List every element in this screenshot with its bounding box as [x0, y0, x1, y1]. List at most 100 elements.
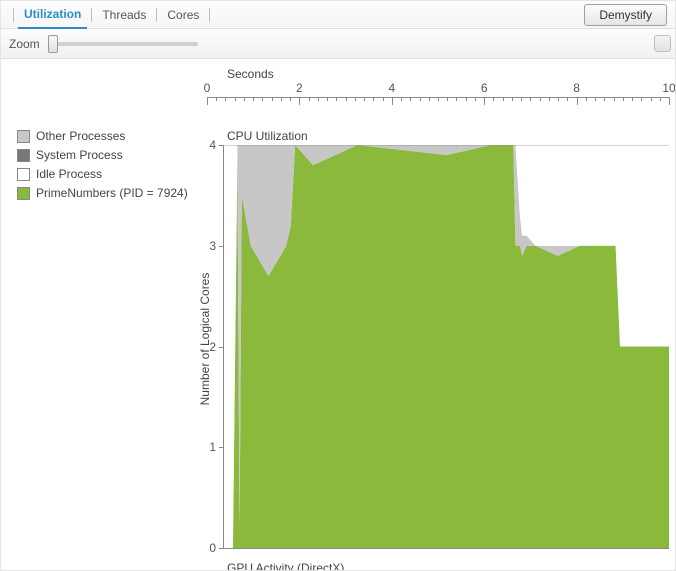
- xtick: [623, 97, 624, 101]
- legend-label: Idle Process: [36, 167, 102, 181]
- tab-separator: [156, 8, 157, 22]
- legend: Other Processes System Process Idle Proces…: [1, 59, 191, 571]
- xtick: [373, 97, 374, 101]
- ytick-label: 1: [209, 440, 216, 454]
- xtick: [392, 97, 393, 105]
- legend-item-other: Other Processes: [17, 127, 191, 145]
- xtick: [549, 97, 550, 101]
- legend-swatch: [17, 187, 30, 200]
- xtick-label: 8: [573, 81, 580, 95]
- gpu-chart: GPU Activity (DirectX) 3: [207, 561, 669, 571]
- zoom-row: Zoom: [1, 29, 675, 59]
- xtick: [558, 97, 559, 101]
- ytick-label: 2: [209, 340, 216, 354]
- tab-cores[interactable]: Cores: [161, 1, 205, 29]
- scroll-up-button[interactable]: [654, 35, 671, 52]
- cpu-plot-area: 01234: [223, 145, 669, 549]
- xtick: [503, 97, 504, 101]
- cpu-chart: CPU Utilization Number of Logical Cores …: [207, 129, 669, 549]
- xtick: [244, 97, 245, 101]
- xtick: [410, 97, 411, 101]
- xtick: [253, 97, 254, 101]
- xtick-label: 10: [662, 81, 675, 95]
- xtick-label: 2: [296, 81, 303, 95]
- xtick: [466, 97, 467, 101]
- xtick: [216, 97, 217, 101]
- xtick-label: 0: [204, 81, 211, 95]
- demystify-button[interactable]: Demystify: [584, 4, 667, 26]
- xtick: [383, 97, 384, 101]
- zoom-thumb[interactable]: [48, 35, 58, 53]
- xtick: [355, 97, 356, 101]
- xtick: [614, 97, 615, 101]
- legend-item-prime: PrimeNumbers (PID = 7924): [17, 184, 191, 202]
- xtick: [651, 97, 652, 101]
- xtick: [281, 97, 282, 101]
- ytick-label: 3: [209, 239, 216, 253]
- xtick: [207, 97, 208, 105]
- xtick: [336, 97, 337, 101]
- xtick: [512, 97, 513, 101]
- xtick: [272, 97, 273, 101]
- body: Other Processes System Process Idle Proces…: [1, 59, 675, 571]
- xaxis: 0246810: [207, 83, 669, 111]
- xtick: [346, 97, 347, 101]
- xtick: [567, 97, 568, 101]
- xtick: [447, 97, 448, 101]
- xtick: [456, 97, 457, 101]
- ytick: [219, 548, 224, 549]
- legend-label: PrimeNumbers (PID = 7924): [36, 186, 188, 200]
- app-window: Utilization Threads Cores Demystify Zoom O…: [0, 0, 676, 571]
- xtick-label: 4: [388, 81, 395, 95]
- xtick: [364, 97, 365, 101]
- legend-swatch: [17, 149, 30, 162]
- xaxis-title: Seconds: [227, 67, 274, 81]
- xtick: [420, 97, 421, 101]
- tab-separator: [91, 8, 92, 22]
- xtick: [327, 97, 328, 101]
- xtick: [641, 97, 642, 101]
- xtick: [577, 97, 578, 105]
- xtick: [660, 97, 661, 101]
- xtick: [318, 97, 319, 101]
- xtick: [493, 97, 494, 101]
- xtick: [401, 97, 402, 101]
- xtick: [290, 97, 291, 101]
- xtick: [262, 97, 263, 101]
- xtick: [632, 97, 633, 101]
- tab-row: Utilization Threads Cores Demystify: [1, 1, 675, 29]
- xtick: [235, 97, 236, 101]
- xtick: [669, 97, 670, 105]
- zoom-slider[interactable]: [48, 42, 198, 46]
- xtick: [540, 97, 541, 101]
- tab-separator: [209, 8, 210, 22]
- xtick: [586, 97, 587, 101]
- legend-label: System Process: [36, 148, 123, 162]
- legend-swatch: [17, 168, 30, 181]
- zoom-label: Zoom: [9, 37, 40, 51]
- tab-separator: [13, 8, 14, 22]
- xtick: [484, 97, 485, 105]
- legend-item-idle: Idle Process: [17, 165, 191, 183]
- xtick: [595, 97, 596, 101]
- ytick-label: 0: [209, 541, 216, 555]
- xtick: [604, 97, 605, 101]
- tab-threads[interactable]: Threads: [96, 1, 152, 29]
- legend-label: Other Processes: [36, 129, 125, 143]
- gpu-chart-title: GPU Activity (DirectX): [227, 561, 344, 571]
- xtick: [309, 97, 310, 101]
- legend-swatch: [17, 130, 30, 143]
- xtick: [530, 97, 531, 101]
- cpu-chart-title: CPU Utilization: [227, 129, 308, 143]
- tab-utilization[interactable]: Utilization: [18, 1, 87, 29]
- xtick: [225, 97, 226, 101]
- legend-item-system: System Process: [17, 146, 191, 164]
- xtick: [475, 97, 476, 101]
- xtick: [521, 97, 522, 101]
- tab-group: Utilization Threads Cores: [9, 1, 584, 29]
- xtick: [438, 97, 439, 101]
- xtick-label: 6: [481, 81, 488, 95]
- xtick: [299, 97, 300, 105]
- chart-column: Seconds 0246810 CPU Utilization Number o…: [191, 59, 675, 571]
- xtick: [429, 97, 430, 101]
